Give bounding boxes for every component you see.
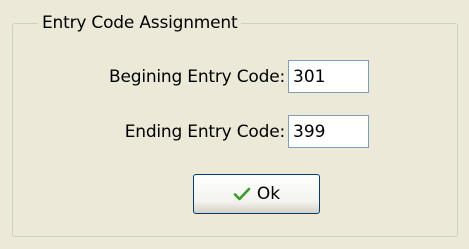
ok-button-label: Ok bbox=[256, 184, 281, 204]
ok-button[interactable]: Ok bbox=[193, 174, 320, 214]
checkmark-icon bbox=[233, 186, 251, 202]
beginning-entry-code-input[interactable] bbox=[288, 60, 369, 93]
groupbox-title: Entry Code Assignment bbox=[38, 13, 242, 33]
ending-entry-code-label: Ending Entry Code: bbox=[124, 122, 285, 142]
beginning-entry-code-label: Begining Entry Code: bbox=[109, 67, 285, 87]
ending-entry-code-input[interactable] bbox=[288, 115, 369, 148]
